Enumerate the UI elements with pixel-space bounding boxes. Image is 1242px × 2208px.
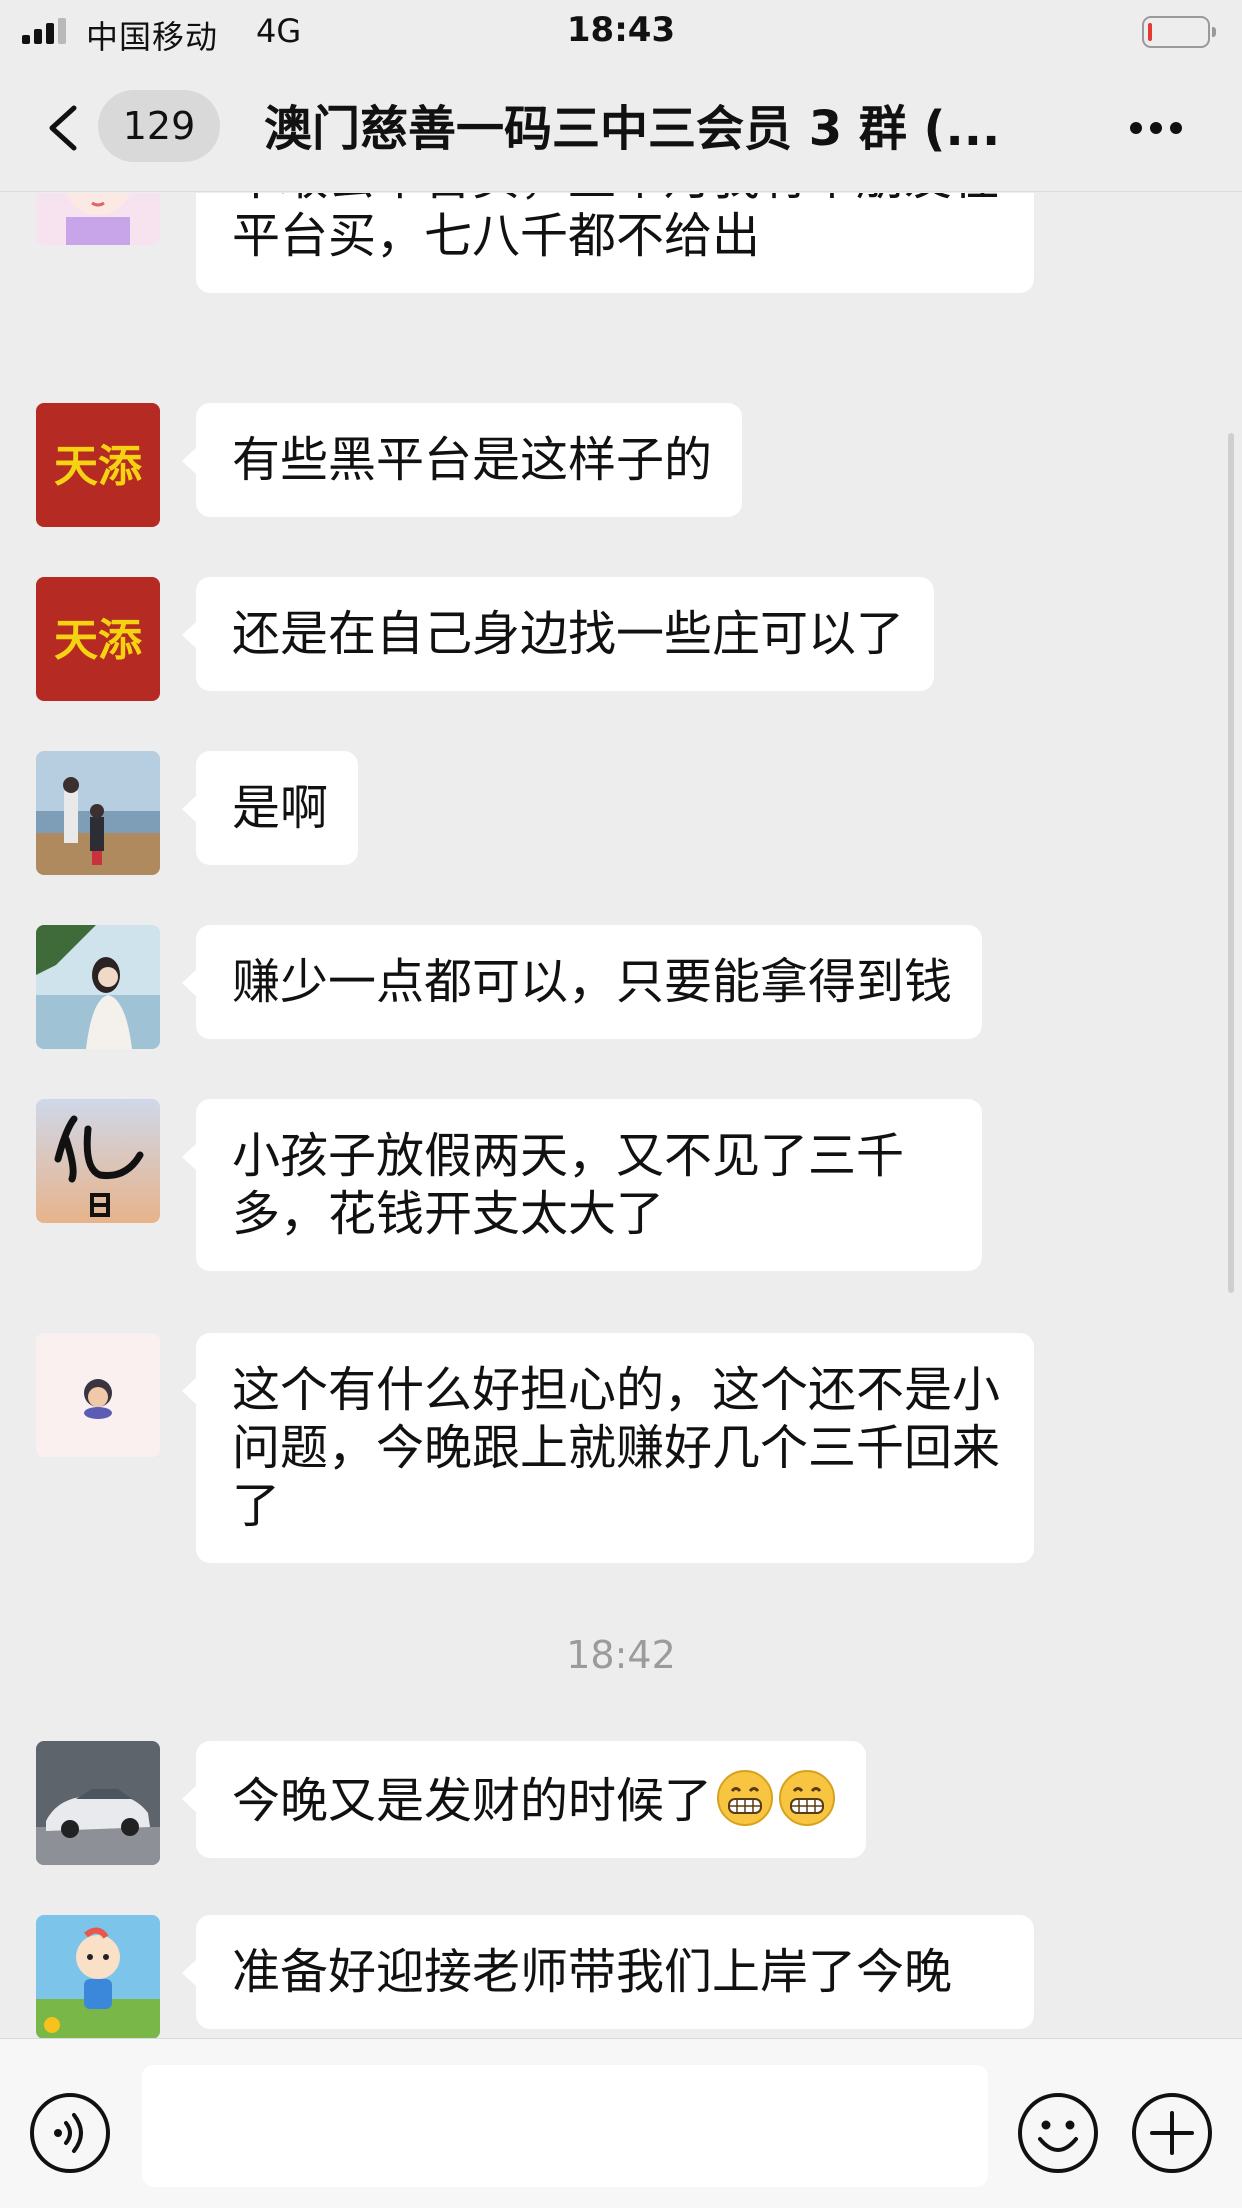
status-time: 18:43 [566, 10, 676, 50]
svg-text:天添: 天添 [54, 441, 142, 492]
tiantian-logo-icon: 天添 [36, 577, 160, 701]
avatar[interactable] [36, 1333, 160, 1457]
message-list[interactable]: 不敢去平台买，上个月我有个朋友在平台买，七八千都不给出 天添 有些黑平台是这样子… [0, 193, 1242, 2038]
cartoon-baby-avatar-icon [36, 1915, 160, 2038]
message-bubble[interactable]: 今晚又是发财的时候了 [181, 1741, 867, 1858]
avatar[interactable]: 天添 [36, 577, 160, 701]
plus-icon[interactable] [1130, 2091, 1214, 2175]
battery-icon [1142, 16, 1216, 48]
message-bubble[interactable]: 有些黑平台是这样子的 [181, 403, 743, 517]
cartoon-face-avatar-icon [36, 1333, 160, 1457]
chevron-left-icon[interactable] [44, 104, 84, 152]
message-bubble[interactable]: 还是在自己身边找一些庄可以了 [181, 577, 935, 691]
message-input[interactable] [142, 2065, 988, 2187]
grin-emoji-icon [717, 1770, 774, 1826]
calligraphy-avatar-icon [36, 1099, 160, 1223]
message-bubble[interactable]: 是啊 [181, 751, 359, 865]
car-photo-icon [36, 1741, 160, 1865]
ellipsis-icon[interactable] [1128, 120, 1184, 136]
anime-girl-avatar-icon [36, 193, 160, 245]
avatar[interactable] [36, 1915, 160, 2038]
message-bubble[interactable]: 不敢去平台买，上个月我有个朋友在平台买，七八千都不给出 [196, 193, 1034, 293]
grin-emoji-icon [779, 1770, 836, 1826]
message-bubble[interactable]: 小孩子放假两天，又不见了三千多，花钱开支太大了 [182, 1099, 982, 1271]
smiley-icon[interactable] [1016, 2091, 1100, 2175]
avatar[interactable] [36, 1099, 160, 1223]
beach-photo-icon [36, 751, 160, 875]
avatar[interactable] [36, 925, 160, 1049]
status-bar: 中国移动 4G 18:43 [0, 0, 1242, 64]
svg-text:天添: 天添 [54, 615, 142, 666]
scrollbar[interactable] [1228, 433, 1234, 1293]
message-text: 今晚又是发财的时候了 [232, 1773, 713, 1829]
chat-header: 129 澳门慈善一码三中三会员 3 群 (... [0, 64, 1242, 192]
avatar[interactable]: 天添 [36, 403, 160, 527]
message-bubble[interactable]: 准备好迎接老师带我们上岸了今晚 [182, 1915, 1034, 2029]
message-bubble[interactable]: 赚少一点都可以，只要能拿得到钱 [181, 925, 983, 1039]
message-timestamp: 18:42 [566, 1633, 676, 1677]
avatar[interactable] [36, 1741, 160, 1865]
tiantian-logo-icon: 天添 [36, 403, 160, 527]
woman-sea-photo-icon [36, 925, 160, 1049]
chat-title[interactable]: 澳门慈善一码三中三会员 3 群 (... [264, 94, 1024, 164]
voice-icon[interactable] [28, 2091, 112, 2175]
battery-level [1148, 23, 1152, 41]
input-bar [0, 2038, 1242, 2208]
avatar[interactable] [36, 193, 160, 245]
message-bubble[interactable]: 这个有什么好担心的，这个还不是小问题，今晚跟上就赚好几个三千回来了 [182, 1333, 1034, 1563]
avatar[interactable] [36, 751, 160, 875]
unread-count-badge[interactable]: 129 [98, 90, 220, 162]
